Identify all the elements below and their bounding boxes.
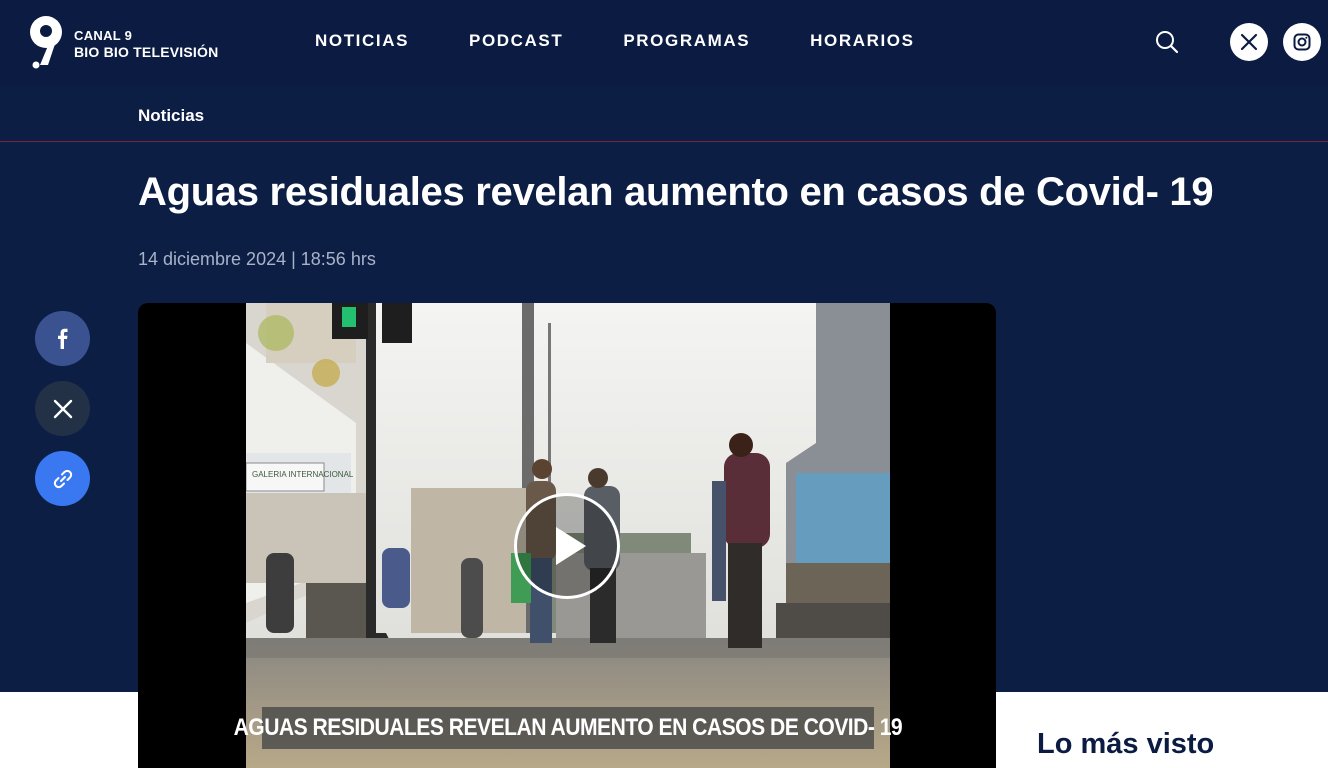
search-button[interactable] (1153, 28, 1181, 56)
site-header: CANAL 9 BIO BIO TELEVISIÓN NOTICIAS PODC… (0, 0, 1328, 86)
search-icon (1156, 31, 1179, 54)
logo-line-2: BIO BIO TELEVISIÓN (74, 44, 219, 60)
nav-programas[interactable]: PROGRAMAS (623, 31, 750, 51)
share-link-button[interactable] (35, 451, 90, 506)
video-caption-banner: AGUAS RESIDUALES REVELAN AUMENTO EN CASO… (234, 707, 903, 749)
x-icon (53, 399, 72, 418)
breadcrumb-bar: Noticias (0, 86, 1328, 142)
logo-line-1: CANAL 9 (74, 28, 133, 43)
header-instagram-button[interactable] (1283, 23, 1321, 61)
link-icon (53, 469, 72, 488)
article-date: 14 diciembre 2024 | 18:56 hrs (138, 249, 376, 269)
most-viewed-heading: Lo más visto (1037, 728, 1215, 760)
play-icon (556, 527, 586, 565)
article-title: Aguas residuales revelan aumento en caso… (138, 170, 1214, 214)
nav-noticias[interactable]: NOTICIAS (315, 31, 409, 51)
facebook-icon (57, 328, 67, 349)
instagram-icon (1293, 33, 1311, 51)
video-play-button[interactable] (514, 493, 620, 599)
main-nav: NOTICIAS PODCAST PROGRAMAS HORARIOS (315, 31, 975, 51)
share-facebook-button[interactable] (35, 311, 90, 366)
video-player[interactable]: GALERIA INTERNACIONAL AGUAS RESIDUALES R… (138, 303, 996, 768)
gallery-sign-text: GALERIA INTERNACIONAL (252, 470, 354, 479)
site-logo[interactable]: CANAL 9 BIO BIO TELEVISIÓN (26, 15, 236, 71)
nav-podcast[interactable]: PODCAST (469, 31, 563, 51)
canal-9-logo-icon (30, 16, 62, 69)
share-x-button[interactable] (35, 381, 90, 436)
video-caption-text: AGUAS RESIDUALES REVELAN AUMENTO EN CASO… (233, 714, 903, 741)
breadcrumb-noticias[interactable]: Noticias (138, 106, 204, 126)
nav-horarios[interactable]: HORARIOS (810, 31, 914, 51)
header-x-button[interactable] (1230, 23, 1268, 61)
x-icon (1240, 33, 1258, 51)
